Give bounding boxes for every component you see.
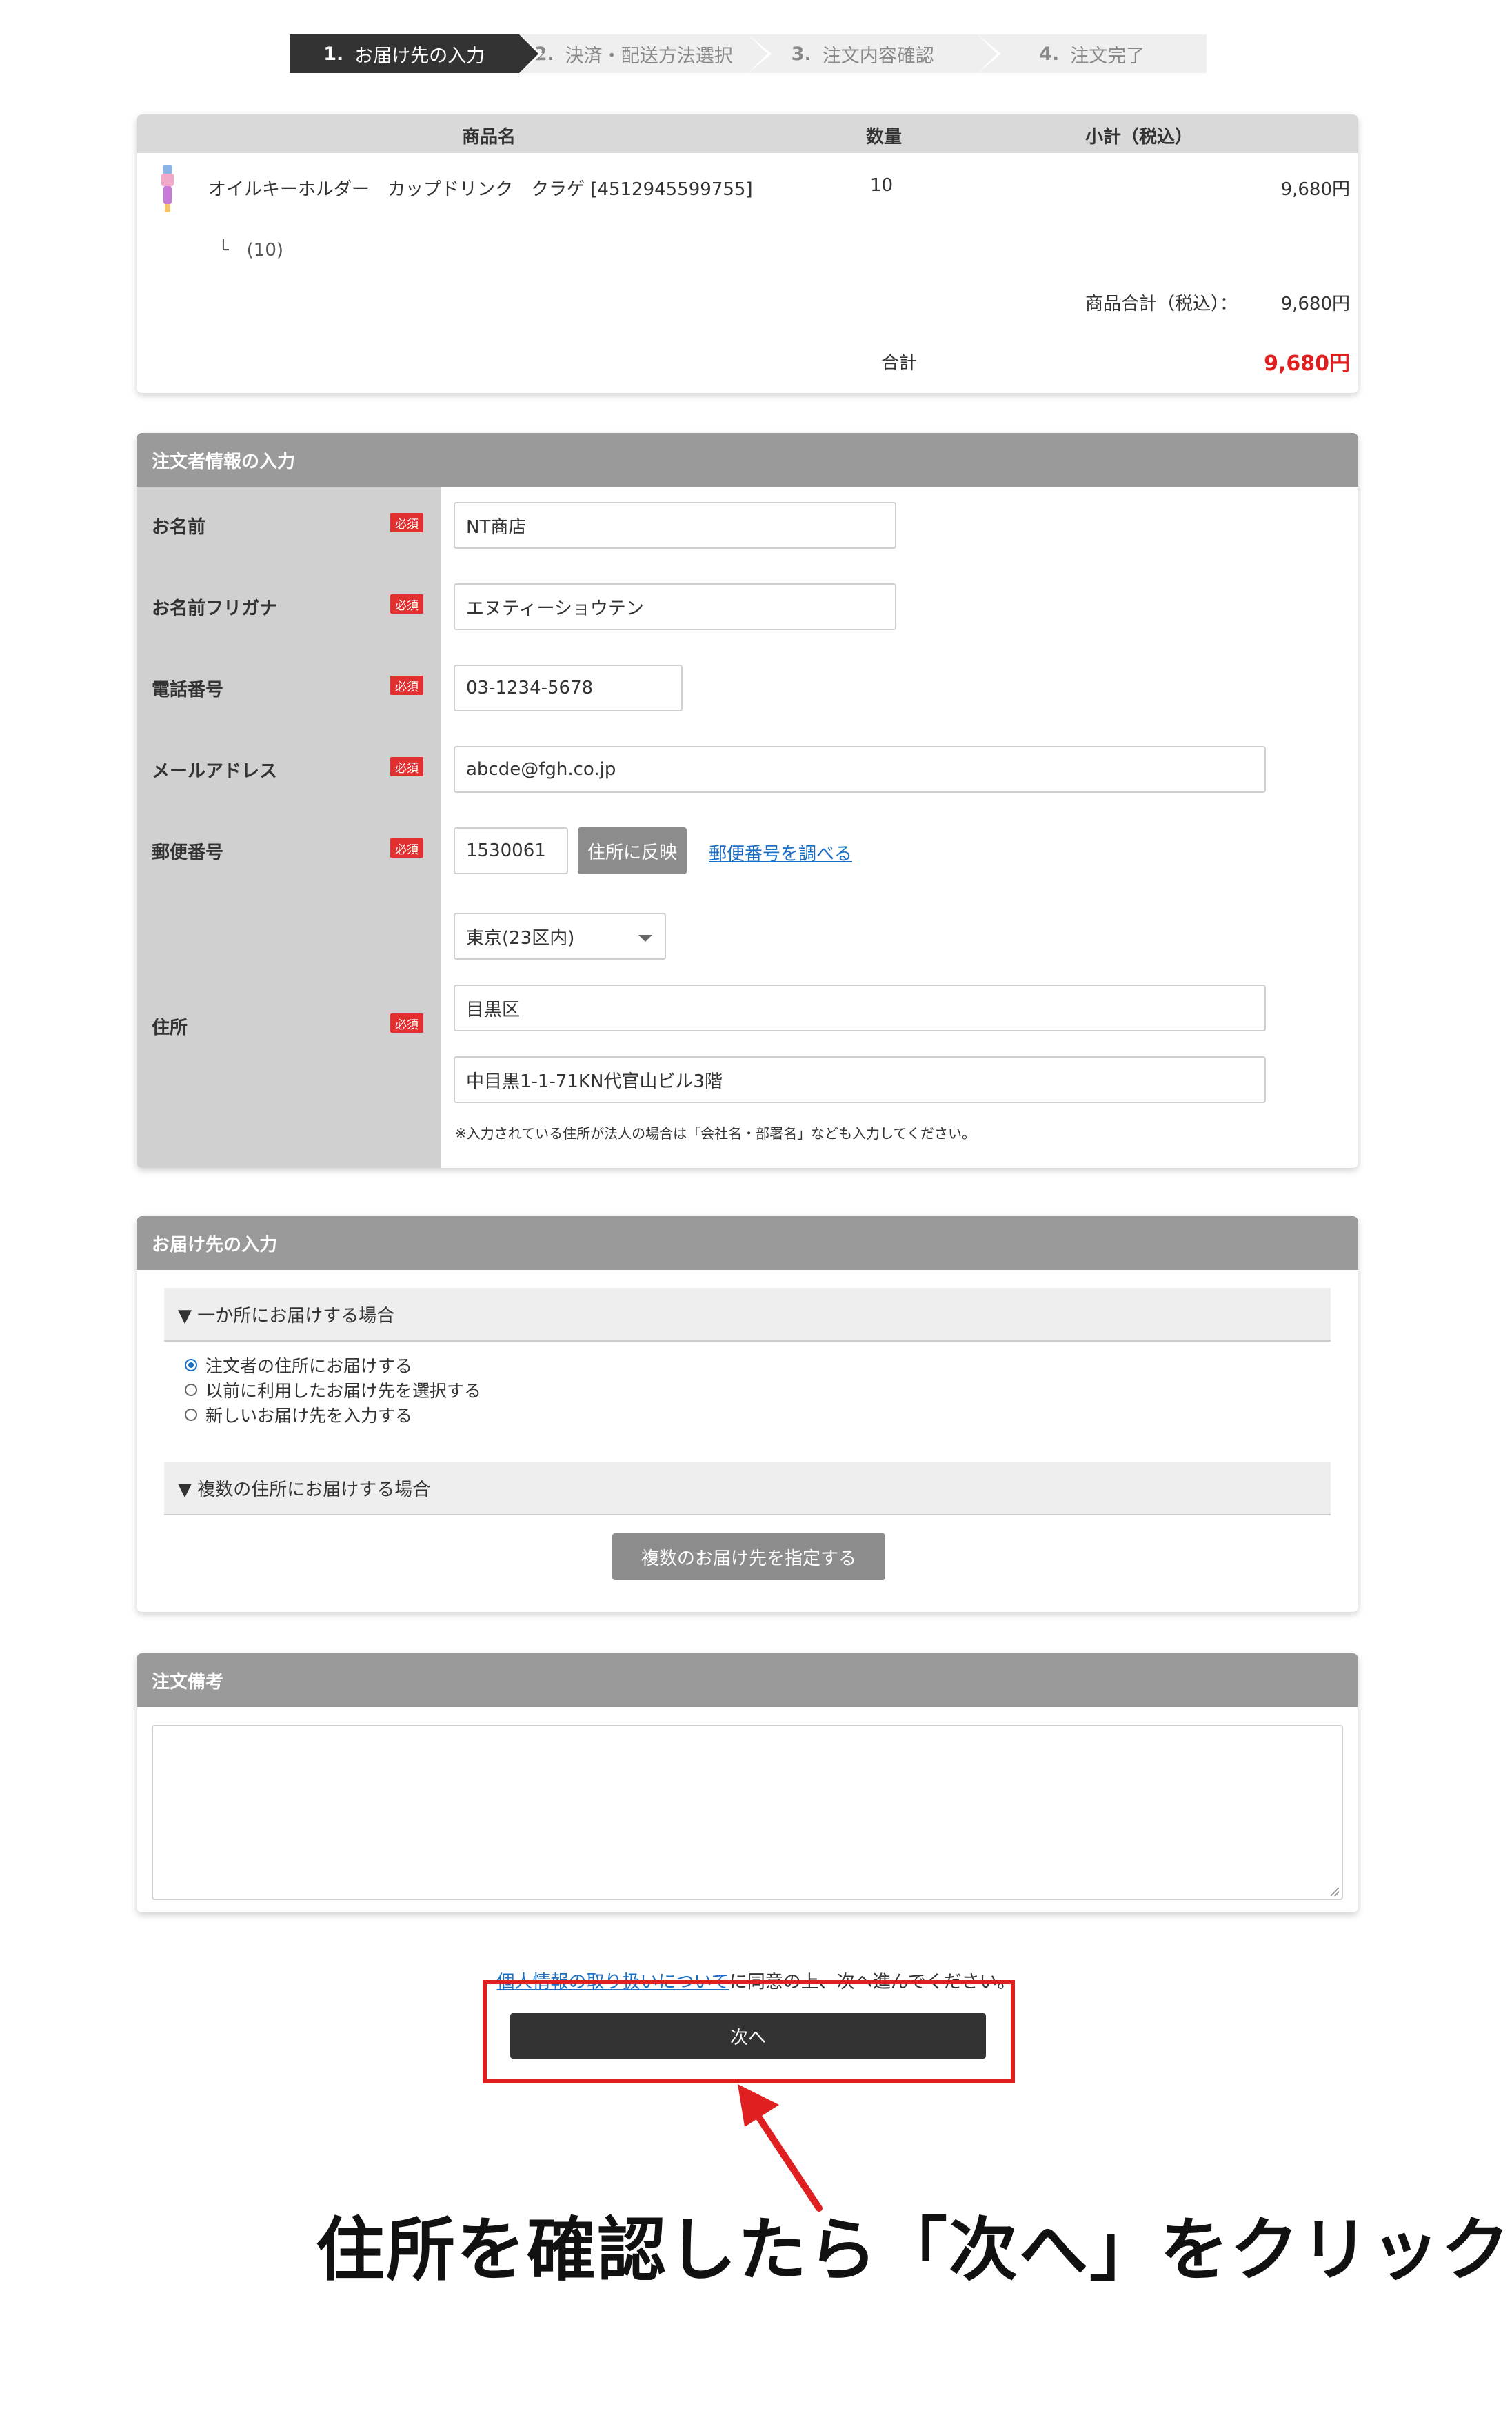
- cart-header: 商品名 数量 小計（税込）: [137, 114, 1358, 153]
- multi-delivery-heading: ▼ 複数の住所にお届けする場合: [164, 1462, 1331, 1515]
- resize-handle-icon[interactable]: [1331, 1888, 1339, 1896]
- zip-apply-button[interactable]: 住所に反映: [578, 827, 687, 874]
- step-label: 決済・配送方法選択: [565, 45, 733, 67]
- cart-item-qty: 10: [870, 175, 894, 196]
- step-4: 4. 注文完了: [977, 34, 1207, 73]
- step-number: 4.: [1039, 43, 1060, 65]
- step-label: 注文内容確認: [822, 45, 934, 67]
- required-badge: 必須: [390, 838, 423, 858]
- checkout-steps: 1. お届け先の入力 2. 決済・配送方法選択 3. 注文内容確認 4. 注文完…: [290, 34, 1207, 73]
- kana-label: お名前フリガナ: [152, 598, 278, 619]
- name-field[interactable]: NT商店: [454, 502, 896, 549]
- required-badge: 必須: [390, 676, 423, 695]
- instruction-caption: 住所を確認したら「次へ」をクリック: [316, 2210, 1511, 2290]
- step-2: 2. 決済・配送方法選択: [518, 34, 772, 73]
- highlight-box: [483, 1980, 1015, 2083]
- email-field[interactable]: abcde@fgh.co.jp: [454, 746, 1266, 793]
- customer-info-title: 注文者情報の入力: [137, 433, 1358, 487]
- total-label: 合計: [881, 353, 918, 374]
- required-badge: 必須: [390, 757, 423, 776]
- step-1: 1. お届け先の入力: [290, 34, 543, 73]
- step-number: 1.: [323, 43, 344, 65]
- cart-item-price: 9,680円: [1280, 179, 1350, 200]
- zip-label: 郵便番号: [152, 842, 224, 863]
- zip-lookup-link[interactable]: 郵便番号を調べる: [709, 840, 852, 865]
- email-label: メールアドレス: [152, 761, 278, 782]
- multiple-destinations-button[interactable]: 複数のお届け先を指定する: [612, 1533, 885, 1580]
- option-label: 注文者の住所にお届けする: [205, 1356, 413, 1376]
- street-field[interactable]: 中目黒1-1-71KN代官山ビル3階: [454, 1056, 1266, 1103]
- remarks-panel: 注文備考: [137, 1653, 1358, 1912]
- option-label: 新しいお届け先を入力する: [205, 1406, 413, 1426]
- tel-field[interactable]: 03-1234-5678: [454, 665, 683, 711]
- single-delivery-heading: ▼ 一か所にお届けする場合: [164, 1288, 1331, 1342]
- delivery-option-previous-address[interactable]: 以前に利用したお届け先を選択する: [185, 1377, 481, 1402]
- step-3: 3. 注文内容確認: [748, 34, 1001, 73]
- address-note: ※入力されている住所が法人の場合は「会社名・部署名」なども入力してください。: [455, 1125, 976, 1142]
- product-thumbnail[interactable]: [159, 165, 177, 214]
- goods-total-value: 9,680円: [1280, 294, 1350, 314]
- step-label: 注文完了: [1070, 45, 1145, 67]
- kana-field[interactable]: エヌティーショウテン: [454, 583, 896, 630]
- col-subtotal: 小計（税込）: [1085, 127, 1193, 148]
- tel-label: 電話番号: [152, 680, 224, 700]
- cart-item-option: └ (10): [218, 240, 284, 261]
- radio-selected-icon[interactable]: [185, 1359, 197, 1371]
- col-product-name: 商品名: [462, 127, 516, 148]
- cart-panel: 商品名 数量 小計（税込） オイルキーホルダー カップドリンク クラゲ [451…: [137, 114, 1358, 393]
- delivery-option-new-address[interactable]: 新しいお届け先を入力する: [185, 1402, 412, 1427]
- step-number: 3.: [791, 43, 812, 65]
- radio-icon[interactable]: [185, 1384, 197, 1396]
- address-label: 住所: [152, 1018, 188, 1038]
- remarks-title: 注文備考: [137, 1653, 1358, 1707]
- cart-item-name[interactable]: オイルキーホルダー カップドリンク クラゲ [4512945599755]: [208, 175, 753, 201]
- goods-total-label: 商品合計（税込）：: [1085, 294, 1238, 314]
- radio-icon[interactable]: [185, 1409, 197, 1421]
- city-field[interactable]: 目黒区: [454, 985, 1266, 1031]
- delivery-panel: お届け先の入力 ▼ 一か所にお届けする場合 注文者の住所にお届けする 以前に利用…: [137, 1216, 1358, 1612]
- delivery-option-customer-address[interactable]: 注文者の住所にお届けする: [185, 1353, 412, 1377]
- total-value: 9,680円: [1264, 352, 1350, 376]
- prefecture-select[interactable]: 東京(23区内): [454, 913, 666, 960]
- col-quantity: 数量: [866, 127, 903, 148]
- step-label: お届け先の入力: [354, 45, 485, 67]
- zip-field[interactable]: 1530061: [454, 827, 568, 874]
- required-badge: 必須: [390, 1013, 423, 1033]
- customer-info-panel: 注文者情報の入力 お名前 必須 お名前フリガナ 必須 電話番号 必須 メールアド…: [137, 433, 1358, 1168]
- required-badge: 必須: [390, 513, 423, 532]
- name-label: お名前: [152, 517, 206, 538]
- label-column: お名前 必須 お名前フリガナ 必須 電話番号 必須 メールアドレス 必須 郵便番…: [137, 487, 441, 1168]
- remarks-textarea[interactable]: [152, 1725, 1343, 1900]
- prefecture-value: 東京(23区内): [466, 927, 575, 949]
- required-badge: 必須: [390, 594, 423, 614]
- option-label: 以前に利用したお届け先を選択する: [205, 1381, 482, 1401]
- delivery-title: お届け先の入力: [137, 1216, 1358, 1270]
- chevron-down-icon: [638, 935, 652, 942]
